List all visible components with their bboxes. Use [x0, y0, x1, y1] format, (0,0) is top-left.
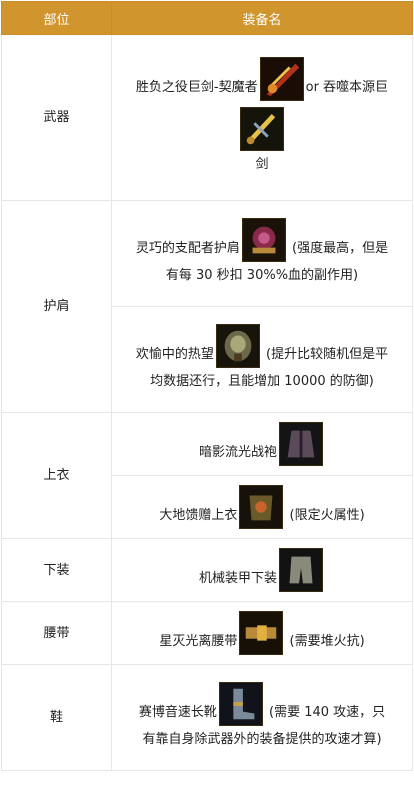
table-row: 护肩 灵巧的支配者护肩 (强度最高，但是 有每 30 秒扣 30%%血的副作用) — [1, 200, 413, 413]
item-cell: 欢愉中的热望 (提升比较随机但是平 均数据还行，且能增加 10000 的防御) — [111, 306, 413, 413]
sword-icon — [259, 57, 304, 101]
item-text: 欢愉中的热望 — [135, 347, 214, 362]
coat-icon — [239, 485, 284, 529]
sword2-icon — [240, 107, 284, 151]
item-note: (需要 140 攻速，只 — [269, 705, 386, 720]
item-note: 均数据还行，且能增加 10000 的防御) — [150, 374, 374, 389]
item-text: 胜负之役巨剑-契魔者 — [135, 80, 258, 95]
boots-icon — [218, 682, 263, 726]
item-cell: 胜负之役巨剑-契魔者 or 吞噬本源巨 剑 — [111, 34, 413, 201]
belt-icon — [239, 611, 284, 655]
part-cell: 武器 — [1, 34, 112, 201]
item-cell: 灵巧的支配者护肩 (强度最高，但是 有每 30 秒扣 30%%血的副作用) — [111, 200, 413, 307]
header-part: 部位 — [1, 1, 112, 35]
item-text: 机械装甲下装 — [198, 571, 277, 586]
item-cell: 星灭光离腰带 (需要堆火抗) — [111, 601, 413, 665]
part-cell: 下装 — [1, 538, 112, 602]
equipment-table: 部位 装备名 武器 胜负之役巨剑-契魔者 or 吞噬本源巨 剑 护肩 灵巧的支配者… — [1, 1, 413, 771]
pants-icon — [279, 548, 323, 592]
item-text: 星灭光离腰带 — [159, 634, 238, 649]
item-text-or: or 吞噬本源巨 — [305, 80, 389, 95]
table-row: 腰带 星灭光离腰带 (需要堆火抗) — [1, 601, 413, 665]
item-cell: 暗影流光战袍 — [111, 412, 413, 476]
item-text: 赛博音速长靴 — [138, 705, 217, 720]
table-row: 上衣 暗影流光战袍 — [1, 412, 413, 539]
table-row: 鞋 赛博音速长靴 (需要 140 攻速，只 有靠自身除武器外的装备提供的攻速才算… — [1, 664, 413, 771]
item-text-cont: 剑 — [255, 157, 269, 172]
table-row: 下装 机械装甲下装 — [1, 538, 413, 602]
item-note: (需要堆火抗) — [289, 634, 365, 649]
item-text: 大地馈赠上衣 — [159, 508, 238, 523]
item-note: (限定火属性) — [289, 508, 365, 523]
part-cell: 护肩 — [1, 200, 112, 413]
item-cell: 大地馈赠上衣 (限定火属性) — [111, 475, 413, 539]
part-cell: 上衣 — [1, 412, 112, 539]
item-note: (强度最高，但是 — [292, 241, 389, 256]
item-text: 暗影流光战袍 — [198, 445, 277, 460]
table-row: 武器 胜负之役巨剑-契魔者 or 吞噬本源巨 剑 — [1, 34, 413, 201]
item-cell: 机械装甲下装 — [111, 538, 413, 602]
table-header-row: 部位 装备名 — [1, 1, 413, 35]
item-cell: 赛博音速长靴 (需要 140 攻速，只 有靠自身除武器外的装备提供的攻速才算) — [111, 664, 413, 771]
part-cell: 鞋 — [1, 664, 112, 771]
header-equip: 装备名 — [111, 1, 413, 35]
robe-icon — [279, 422, 323, 466]
item-text: 灵巧的支配者护肩 — [135, 241, 240, 256]
item-note: 有靠自身除武器外的装备提供的攻速才算) — [142, 732, 382, 747]
part-cell: 腰带 — [1, 601, 112, 665]
shoulder2-icon — [215, 324, 260, 368]
item-note: (提升比较随机但是平 — [266, 347, 389, 362]
shoulder-icon — [241, 218, 286, 262]
item-note: 有每 30 秒扣 30%%血的副作用) — [165, 268, 359, 283]
